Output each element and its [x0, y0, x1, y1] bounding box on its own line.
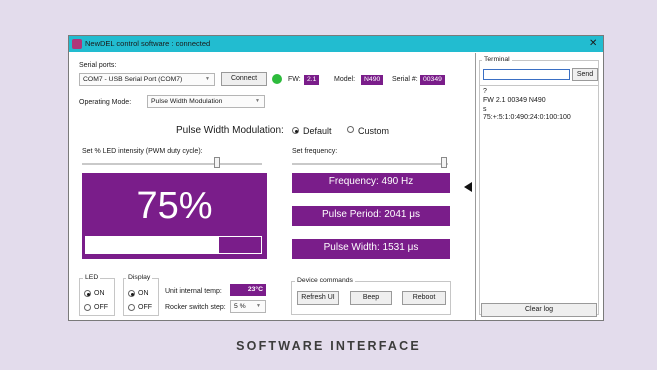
device-commands-label: Device commands — [295, 276, 355, 285]
rocker-step-value: 5 % — [234, 303, 246, 310]
radio-custom-label: Custom — [358, 126, 390, 136]
serial-port-value: COM7 - USB Serial Port (COM7) — [83, 76, 183, 83]
refresh-ui-button[interactable]: Refresh UI — [297, 291, 339, 305]
radio-default-label: Default — [303, 126, 332, 136]
operating-mode-value: Pulse Width Modulation — [151, 98, 223, 105]
intensity-bar — [84, 235, 263, 255]
app-icon — [72, 39, 82, 49]
chevron-down-icon: ▼ — [205, 76, 210, 82]
chevron-down-icon: ▼ — [255, 98, 260, 104]
serial-ports-label: Serial ports: — [79, 62, 117, 69]
reboot-button[interactable]: Reboot — [402, 291, 446, 305]
led-group-label: LED — [83, 273, 101, 282]
serial-number-label: Serial #: — [392, 76, 418, 83]
frequency-slider-track[interactable] — [292, 163, 448, 165]
pulse-width-readout: Pulse Width: 1531 μs — [292, 239, 450, 259]
rocker-step-select[interactable]: 5 % ▼ — [230, 300, 266, 313]
send-button[interactable]: Send — [572, 68, 598, 81]
terminal-label: Terminal — [482, 55, 512, 64]
beep-button[interactable]: Beep — [350, 291, 392, 305]
intensity-slider-track[interactable] — [82, 163, 262, 165]
frequency-readout: Frequency: 490 Hz — [292, 173, 450, 193]
figure-caption: SOFTWARE INTERFACE — [236, 339, 421, 353]
connection-status-indicator — [272, 74, 282, 84]
operating-mode-label: Operating Mode: — [79, 99, 132, 106]
model-label: Model: — [334, 76, 356, 83]
terminal-line: ? — [483, 88, 487, 95]
intensity-display: 75% — [82, 173, 267, 259]
window-title: NewDEL control software : connected — [85, 39, 211, 48]
radio-custom[interactable] — [347, 126, 354, 133]
temp-value: 23°C — [230, 284, 266, 296]
fw-value: 2.1 — [304, 75, 320, 85]
frequency-slider-thumb[interactable] — [441, 157, 447, 168]
led-on-radio[interactable] — [84, 290, 91, 297]
fw-label: FW: — [288, 76, 301, 83]
close-icon[interactable]: ✕ — [589, 37, 597, 51]
display-off-radio[interactable] — [128, 304, 135, 311]
terminal-line: FW 2.1 00349 N490 — [483, 97, 546, 104]
frequency-label: Set frequency: — [292, 148, 338, 155]
radio-default[interactable] — [292, 127, 299, 134]
display-on-label: ON — [138, 290, 149, 297]
display-on-radio[interactable] — [128, 290, 135, 297]
intensity-value: 75% — [136, 185, 213, 227]
terminal-log: ? FW 2.1 00349 N490 s 75:+:5:1:0:490:24:… — [479, 85, 599, 299]
led-off-radio[interactable] — [84, 304, 91, 311]
serial-port-select[interactable]: COM7 - USB Serial Port (COM7) ▼ — [79, 73, 215, 86]
app-window: NewDEL control software : connected ✕ Se… — [68, 35, 604, 321]
title-bar: NewDEL control software : connected ✕ — [69, 36, 603, 52]
led-off-label: OFF — [94, 304, 108, 311]
connect-button[interactable]: Connect — [221, 72, 267, 86]
operating-mode-select[interactable]: Pulse Width Modulation ▼ — [147, 95, 265, 108]
collapse-arrow-icon[interactable] — [464, 182, 472, 192]
panel-divider — [475, 53, 476, 320]
display-group-label: Display — [126, 273, 153, 282]
clear-log-button[interactable]: Clear log — [481, 303, 597, 317]
chevron-down-icon: ▼ — [256, 303, 261, 309]
intensity-label: Set % LED intensity (PWM duty cycle): — [82, 148, 203, 155]
model-value: N490 — [361, 75, 384, 85]
pwm-heading: Pulse Width Modulation: — [176, 125, 284, 136]
temp-label: Unit internal temp: — [165, 288, 222, 295]
terminal-line: 75:+:5:1:0:490:24:0:100:100 — [483, 114, 571, 121]
terminal-command-input[interactable] — [483, 69, 570, 80]
intensity-bar-fill — [219, 237, 261, 253]
serial-number-value: 00349 — [420, 75, 445, 85]
led-on-label: ON — [94, 290, 105, 297]
display-off-label: OFF — [138, 304, 152, 311]
pulse-period-readout: Pulse Period: 2041 μs — [292, 206, 450, 226]
rocker-step-label: Rocker switch step: — [165, 304, 226, 311]
intensity-slider-thumb[interactable] — [214, 157, 220, 168]
